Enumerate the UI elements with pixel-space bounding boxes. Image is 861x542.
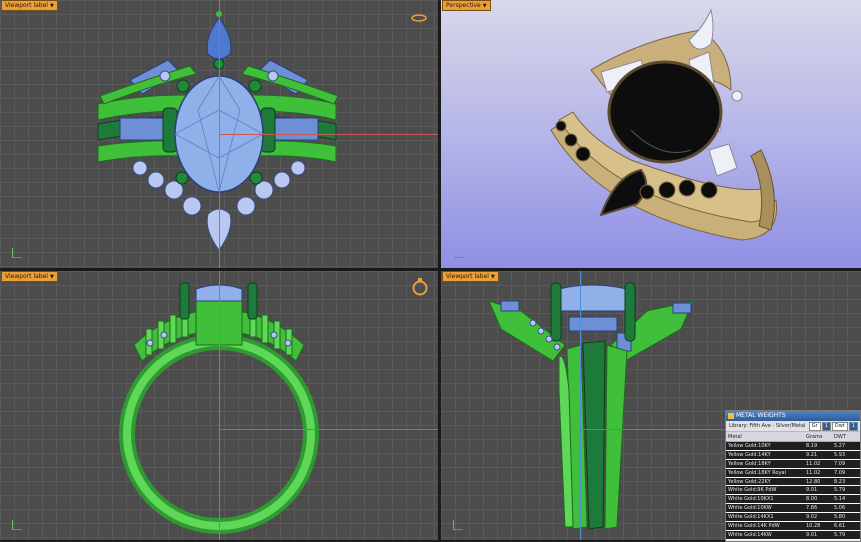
grams-cell: 12.80: [804, 477, 832, 487]
table-row[interactable]: Yellow Gold:22KY 12.80 8.23: [726, 477, 860, 487]
table-row[interactable]: Yellow Gold:10KY 8.19 5.27: [726, 441, 860, 451]
axis-gizmo-icon: [12, 244, 26, 258]
grams-cell: 9.01: [804, 530, 832, 540]
metal-cell: Yellow Gold:10KY: [726, 441, 804, 451]
axis-gizmo-icon: [12, 516, 26, 530]
grams-cell: 7.86: [804, 503, 832, 514]
dwt-cell: 5.06: [832, 503, 860, 514]
x-axis-line: [220, 134, 438, 135]
grams-cell: 9.02: [804, 512, 832, 523]
ring-perspective-render: [550, 8, 778, 241]
dwt-cell: 8.23: [832, 477, 860, 487]
table-row[interactable]: White Gold:10KX1 8.00 5.14: [726, 494, 860, 505]
library-label: Library: Fifth Ave - Silver/Metal: [729, 423, 806, 429]
y-axis-line: [580, 271, 581, 540]
table-row[interactable]: Yellow Gold:14KY 9.21 5.93: [726, 450, 860, 460]
metal-cell: White Gold:14K PdW: [726, 521, 804, 531]
dropdown-arrow-icon: ▼: [49, 274, 54, 280]
grams-cell: 11.02: [804, 459, 832, 469]
unit-dwt-value[interactable]: 1: [848, 422, 858, 431]
metal-cell: Yellow Gold:14KY: [726, 450, 804, 460]
metal-cell: White Gold:10KW: [726, 503, 804, 514]
axis-gizmo-icon: [453, 516, 467, 530]
metal-cell: Yellow Gold:18KY Royal: [726, 468, 804, 478]
dwt-cell: 7.09: [832, 468, 860, 478]
table-row[interactable]: White Gold:14K PdW 10.28 6.61: [726, 521, 860, 531]
viewport-front-label: Viewport label: [5, 273, 48, 280]
table-row[interactable]: Yellow Gold:18KY 11.02 7.09: [726, 459, 860, 469]
grams-cell: 10.28: [804, 521, 832, 531]
viewport-top-tab[interactable]: Viewport label ▼: [1, 0, 58, 11]
dwt-cell: 7.09: [832, 459, 860, 469]
viewport-front[interactable]: Viewport label ▼: [0, 271, 438, 540]
dwt-cell: 5.14: [832, 494, 860, 505]
unit-dwt-toggle[interactable]: Dwt: [831, 422, 848, 431]
metal-cell: Yellow Gold:18KY: [726, 459, 804, 469]
dwt-cell: 6.61: [832, 521, 860, 531]
dwt-cell: 5.79: [832, 530, 860, 540]
y-axis-line: [219, 0, 220, 268]
table-row[interactable]: White Gold:10KW 7.86 5.06: [726, 503, 860, 514]
column-header-grams[interactable]: Grams: [804, 432, 832, 442]
table-row[interactable]: Yellow Gold:18KY Royal 11.02 7.09: [726, 468, 860, 478]
dwt-cell: 5.79: [832, 485, 860, 496]
metal-cell: White Gold:10KX1: [726, 494, 804, 505]
unit-controls: Gr 1 Dwt 1: [808, 422, 858, 431]
dropdown-arrow-icon: ▼: [482, 3, 487, 9]
grams-cell: 9.21: [804, 450, 832, 460]
metal-weights-title: METAL WEIGHTS: [736, 412, 786, 419]
metal-weights-panel[interactable]: METAL WEIGHTS Library: Fifth Ave - Silve…: [725, 410, 861, 542]
viewport-side-tab[interactable]: Viewport label ▼: [442, 271, 499, 282]
viewport-side-label: Viewport label: [446, 273, 489, 280]
metal-weights-titlebar[interactable]: METAL WEIGHTS: [726, 411, 860, 421]
x-axis-line: [220, 429, 438, 430]
grams-cell: 8.19: [804, 441, 832, 451]
metal-cell: White Gold:14KW: [726, 530, 804, 540]
dwt-cell: 5.27: [832, 441, 860, 451]
viewport-perspective-tab[interactable]: Perspective ▼: [442, 0, 491, 11]
unit-gr-toggle[interactable]: Gr: [808, 422, 821, 431]
table-header-row: Metal Grams DWT: [726, 432, 860, 442]
axis-gizmo-icon: [453, 244, 467, 258]
metal-cell: White Gold:14KX1: [726, 512, 804, 523]
grams-cell: 11.02: [804, 468, 832, 478]
dwt-cell: 5.80: [832, 512, 860, 523]
view-orientation-icon[interactable]: [411, 277, 429, 297]
grams-cell: 8.00: [804, 494, 832, 505]
table-row[interactable]: White Gold:9K PdW 9.01 5.79: [726, 485, 860, 496]
grams-cell: 9.01: [804, 485, 832, 496]
viewport-top[interactable]: Viewport label ▼: [0, 0, 438, 268]
metal-cell: Yellow Gold:22KY: [726, 477, 804, 487]
metal-cell: White Gold:9K PdW: [726, 485, 804, 496]
unit-gr-value[interactable]: 1: [821, 422, 831, 431]
viewport-perspective[interactable]: Perspective ▼: [441, 0, 861, 268]
library-selector[interactable]: Library: Fifth Ave - Silver/Metal Gr 1 D…: [726, 421, 860, 432]
column-header-dwt[interactable]: DWT: [832, 432, 860, 442]
table-row[interactable]: White Gold:14KX1 9.02 5.80: [726, 512, 860, 523]
view-orientation-icon[interactable]: [410, 13, 428, 23]
viewport-top-label: Viewport label: [5, 2, 48, 9]
dropdown-arrow-icon: ▼: [49, 3, 54, 9]
column-header-metal[interactable]: Metal: [726, 432, 804, 442]
table-row[interactable]: White Gold:14KW 9.01 5.79: [726, 530, 860, 540]
dropdown-arrow-icon: ▼: [490, 274, 495, 280]
viewport-perspective-label: Perspective: [446, 2, 481, 9]
panel-app-icon: [728, 413, 734, 419]
y-axis-line: [219, 271, 220, 540]
dwt-cell: 5.93: [832, 450, 860, 460]
viewport-front-tab[interactable]: Viewport label ▼: [1, 271, 58, 282]
metal-weights-table: Metal Grams DWT Yellow Gold:10KY 8.19 5.27…: [726, 432, 860, 540]
